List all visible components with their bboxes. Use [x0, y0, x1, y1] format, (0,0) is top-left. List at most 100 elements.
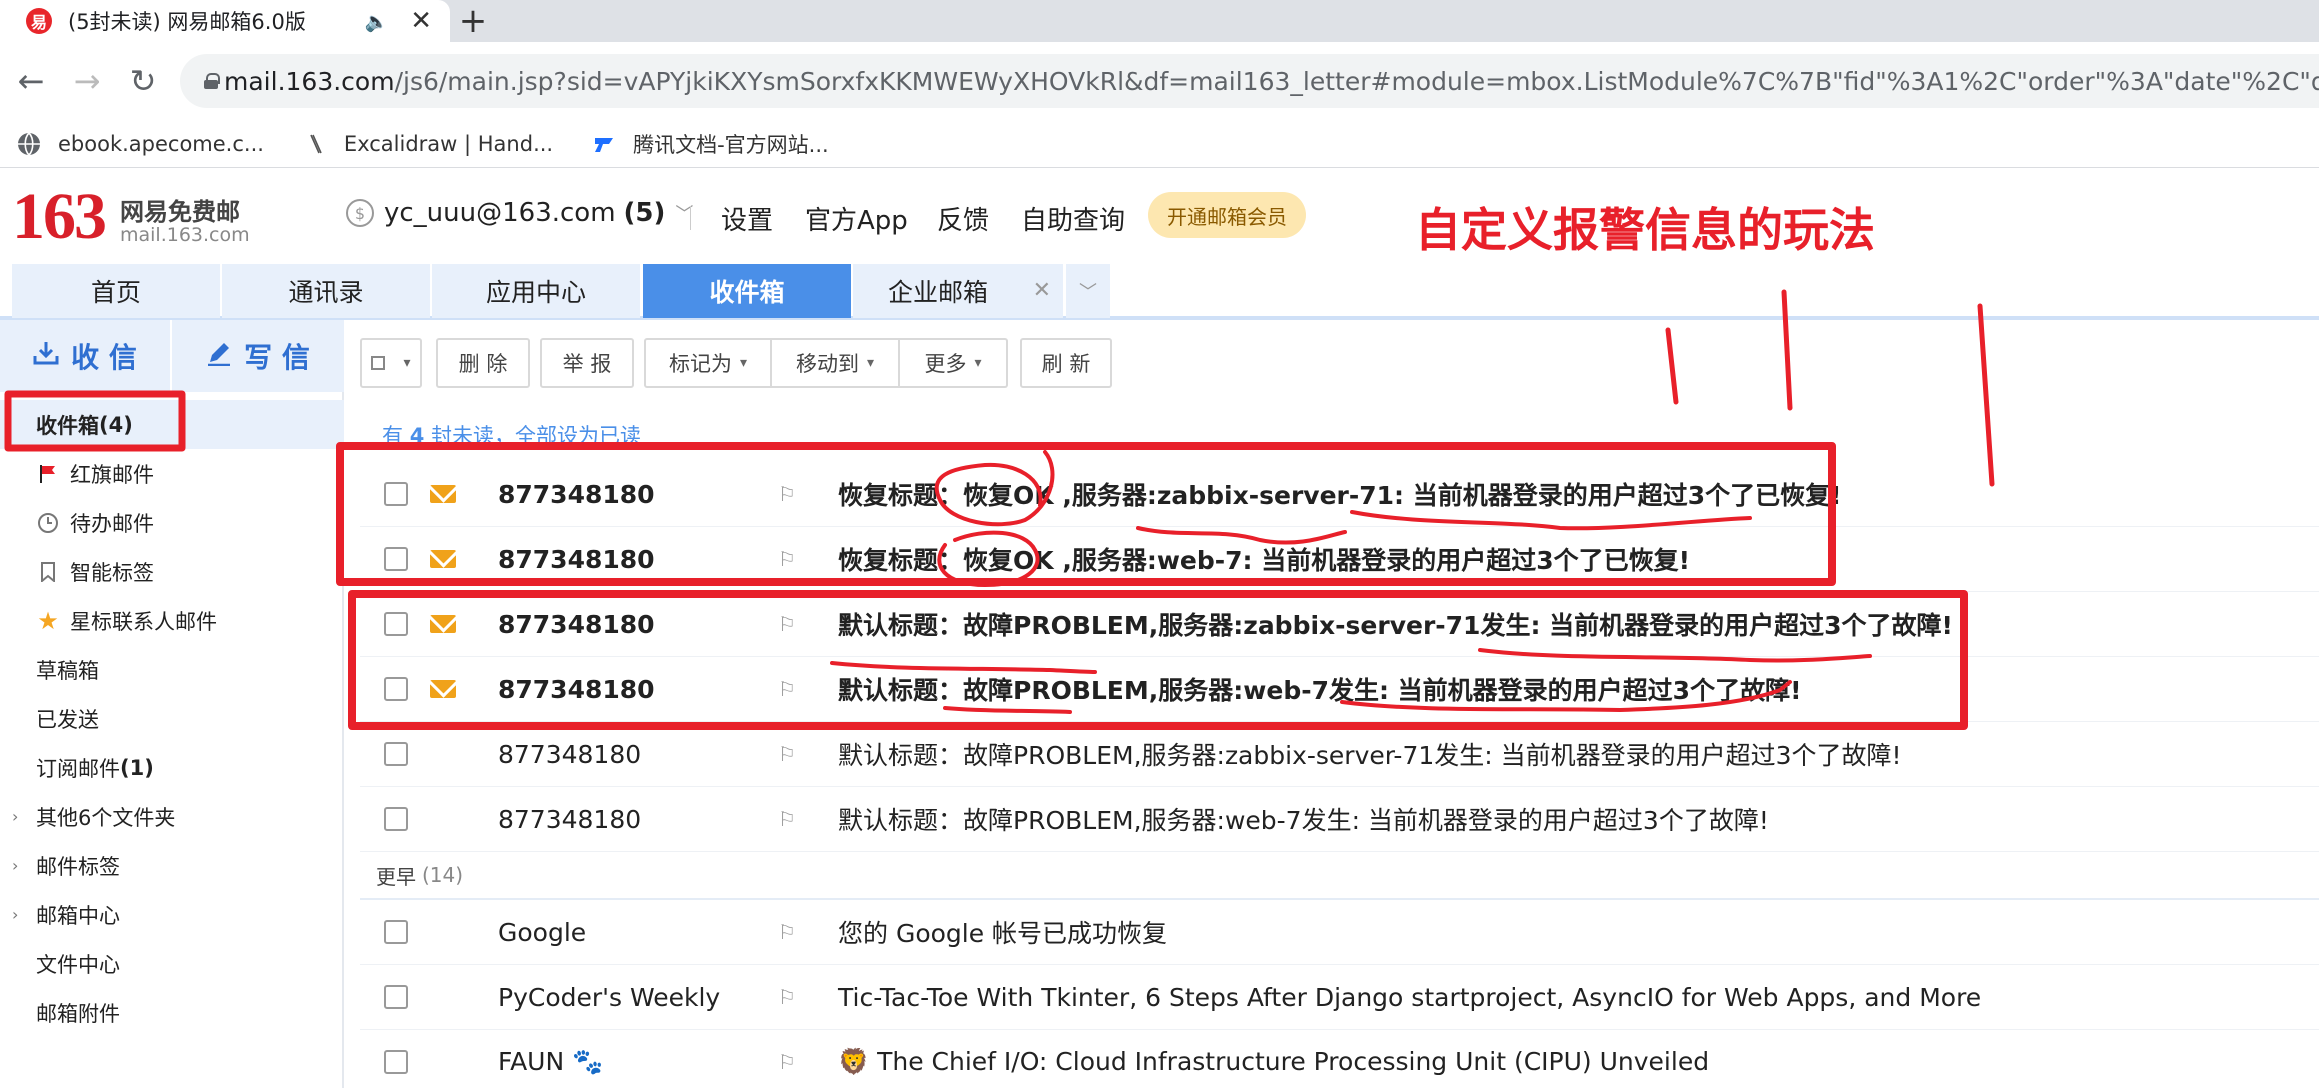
sidebar-item-attachments[interactable]: 邮箱附件 — [0, 988, 344, 1037]
mail-subject: 🦁 The Chief I/O: Cloud Infrastructure Pr… — [838, 1047, 1710, 1076]
mail-row[interactable]: PyCoder's Weekly ⚐ Tic-Tac-Toe With Tkin… — [360, 965, 2319, 1030]
chevron-right-icon: › — [12, 807, 19, 826]
sidebar-item-drafts[interactable]: 草稿箱 — [0, 645, 344, 694]
envelope-icon — [430, 550, 456, 568]
flag-icon[interactable]: ⚐ — [778, 547, 796, 571]
row-checkbox[interactable] — [384, 612, 408, 636]
vip-button[interactable]: 开通邮箱会员 — [1148, 192, 1306, 238]
flag-icon[interactable]: ⚐ — [778, 807, 796, 831]
refresh-button[interactable]: 刷 新 — [1020, 338, 1112, 388]
download-icon — [33, 340, 59, 373]
receive-button[interactable]: 收 信 — [0, 320, 172, 392]
url-text: mail.163.com/js6/main.jsp?sid=vAPYjkiKXY… — [224, 66, 2319, 96]
move-to-dropdown[interactable]: 移动到 ▾ — [772, 338, 900, 388]
logo-163[interactable]: 163 — [12, 184, 107, 250]
flag-icon[interactable]: ⚐ — [778, 612, 796, 636]
envelope-icon — [430, 615, 456, 633]
select-all-dropdown[interactable]: ▾ — [360, 338, 422, 388]
mail-sender: FAUN 🐾 — [498, 1047, 604, 1076]
mail-subject: 默认标题：故障PROBLEM,服务器:web-7发生: 当前机器登录的用户超过3… — [838, 676, 1802, 705]
address-bar[interactable]: mail.163.com/js6/main.jsp?sid=vAPYjkiKXY… — [180, 54, 2319, 108]
settings-link[interactable]: 设置 — [721, 200, 773, 237]
account-menu[interactable]: $ yc_uuu@163.com (5) ﹀ — [346, 198, 693, 228]
mail-row[interactable]: 877348180 ⚐ 恢复标题：恢复OK ,服务器:web-7: 当前机器登录… — [360, 527, 2319, 592]
feedback-link[interactable]: 反馈 — [937, 200, 989, 237]
mail-row[interactable]: FAUN 🐾 ⚐ 🦁 The Chief I/O: Cloud Infrastr… — [360, 1030, 2319, 1088]
row-checkbox[interactable] — [384, 807, 408, 831]
official-app-link[interactable]: 官方App — [805, 200, 908, 237]
browser-tab[interactable]: 易 (5封未读) 网易邮箱6.0版 🔈 ✕ — [0, 0, 450, 42]
flag-icon[interactable]: ⚐ — [778, 920, 796, 944]
clock-icon — [36, 512, 60, 534]
bookmark-excalidraw[interactable]: Excalidraw | Hand... — [302, 131, 553, 157]
group-label-earlier[interactable]: 更早 (14) — [360, 852, 2319, 900]
mail-sender: 877348180 — [498, 544, 655, 574]
row-checkbox[interactable] — [384, 742, 408, 766]
tab-inbox[interactable]: 收件箱 — [643, 264, 851, 318]
sidebar-item-smart-tags[interactable]: 智能标签 — [0, 547, 344, 596]
mail-sender: 877348180 — [498, 804, 642, 834]
mail-subject: 默认标题：故障PROBLEM,服务器:web-7发生: 当前机器登录的用户超过3… — [838, 806, 1769, 835]
row-checkbox[interactable] — [384, 677, 408, 701]
mail-list: 877348180 ⚐ 恢复标题：恢复OK ,服务器:zabbix-server… — [360, 462, 2319, 1088]
bookmark-tencent-docs[interactable]: 腾讯文档-官方网站... — [591, 129, 829, 159]
mail-subject: 您的 Google 帐号已成功恢复 — [838, 919, 1168, 948]
sidebar-actions: 收 信 写 信 — [0, 320, 344, 392]
bookmark-ebook[interactable]: ebook.apecome.c... — [16, 131, 264, 157]
back-arrow-icon[interactable]: ← — [10, 60, 52, 102]
mail-row[interactable]: 877348180 ⚐ 默认标题：故障PROBLEM,服务器:zabbix-se… — [360, 592, 2319, 657]
sidebar-item-inbox[interactable]: 收件箱 (4) — [0, 400, 344, 449]
globe-icon — [16, 131, 42, 157]
self-service-link[interactable]: 自助查询 — [1021, 200, 1125, 237]
logo-domain: mail.163.com — [120, 224, 250, 246]
row-checkbox[interactable] — [384, 547, 408, 571]
envelope-icon — [430, 485, 456, 503]
flag-icon[interactable]: ⚐ — [778, 677, 796, 701]
sidebar: 收 信 写 信 收件箱 (4) 红旗邮件 待办邮件 智能标签 ★ 星标联系人邮件… — [0, 320, 344, 1088]
write-button[interactable]: 写 信 — [172, 320, 344, 392]
chevron-down-icon[interactable]: ﹀ — [1066, 264, 1110, 318]
tab-app-center[interactable]: 应用中心 — [432, 264, 640, 318]
sidebar-item-subscriptions[interactable]: 订阅邮件 (1) — [0, 743, 344, 792]
row-checkbox[interactable] — [384, 482, 408, 506]
close-icon[interactable]: ✕ — [1033, 278, 1051, 303]
sidebar-item-file-center[interactable]: 文件中心 — [0, 939, 344, 988]
delete-button[interactable]: 删 除 — [436, 338, 530, 388]
flag-icon[interactable]: ⚐ — [778, 482, 796, 506]
audio-icon[interactable]: 🔈 — [365, 10, 389, 33]
sidebar-item-other-folders[interactable]: › 其他6个文件夹 — [0, 792, 344, 841]
sidebar-item-todo[interactable]: 待办邮件 — [0, 498, 344, 547]
row-checkbox[interactable] — [384, 985, 408, 1009]
sidebar-item-sent[interactable]: 已发送 — [0, 694, 344, 743]
row-checkbox[interactable] — [384, 920, 408, 944]
mail-row[interactable]: 877348180 ⚐ 默认标题：故障PROBLEM,服务器:web-7发生: … — [360, 657, 2319, 722]
flag-icon[interactable]: ⚐ — [778, 742, 796, 766]
forward-arrow-icon[interactable]: → — [66, 60, 108, 102]
reload-icon[interactable]: ↻ — [122, 60, 164, 102]
flag-icon[interactable]: ⚐ — [778, 1050, 796, 1074]
tab-home[interactable]: 首页 — [12, 264, 220, 318]
more-dropdown[interactable]: 更多 ▾ — [900, 338, 1008, 388]
mail-row[interactable]: 877348180 ⚐ 恢复标题：恢复OK ,服务器:zabbix-server… — [360, 462, 2319, 527]
flag-icon[interactable]: ⚐ — [778, 985, 796, 1009]
mail-row[interactable]: 877348180 ⚐ 默认标题：故障PROBLEM,服务器:zabbix-se… — [360, 722, 2319, 787]
sidebar-item-mail-center[interactable]: › 邮箱中心 — [0, 890, 344, 939]
mail-subject: 默认标题：故障PROBLEM,服务器:zabbix-server-71发生: 当… — [838, 611, 1953, 640]
row-checkbox[interactable] — [384, 1050, 408, 1074]
red-flag-icon — [36, 464, 60, 484]
sidebar-item-mail-tags[interactable]: › 邮件标签 — [0, 841, 344, 890]
mark-all-read-link[interactable]: 全部设为已读 — [515, 424, 641, 448]
sidebar-item-red-flag[interactable]: 红旗邮件 — [0, 449, 344, 498]
new-tab-button[interactable]: + — [448, 0, 498, 42]
tab-close-icon[interactable]: ✕ — [410, 6, 432, 36]
tab-enterprise-mail[interactable]: 企业邮箱 ✕ — [853, 264, 1063, 318]
bookmarks-bar: ebook.apecome.c... Excalidraw | Hand... … — [0, 120, 2319, 168]
tab-contacts[interactable]: 通讯录 — [222, 264, 430, 318]
mail-row[interactable]: 877348180 ⚐ 默认标题：故障PROBLEM,服务器:web-7发生: … — [360, 787, 2319, 852]
module-tabs: 首页 通讯录 应用中心 收件箱 企业邮箱 ✕ ﹀ — [0, 260, 2319, 320]
mark-as-dropdown[interactable]: 标记为 ▾ — [644, 338, 772, 388]
report-button[interactable]: 举 报 — [540, 338, 634, 388]
mail-row[interactable]: Google ⚐ 您的 Google 帐号已成功恢复 — [360, 900, 2319, 965]
sidebar-item-starred[interactable]: ★ 星标联系人邮件 — [0, 596, 344, 645]
tencent-docs-icon — [591, 131, 617, 157]
